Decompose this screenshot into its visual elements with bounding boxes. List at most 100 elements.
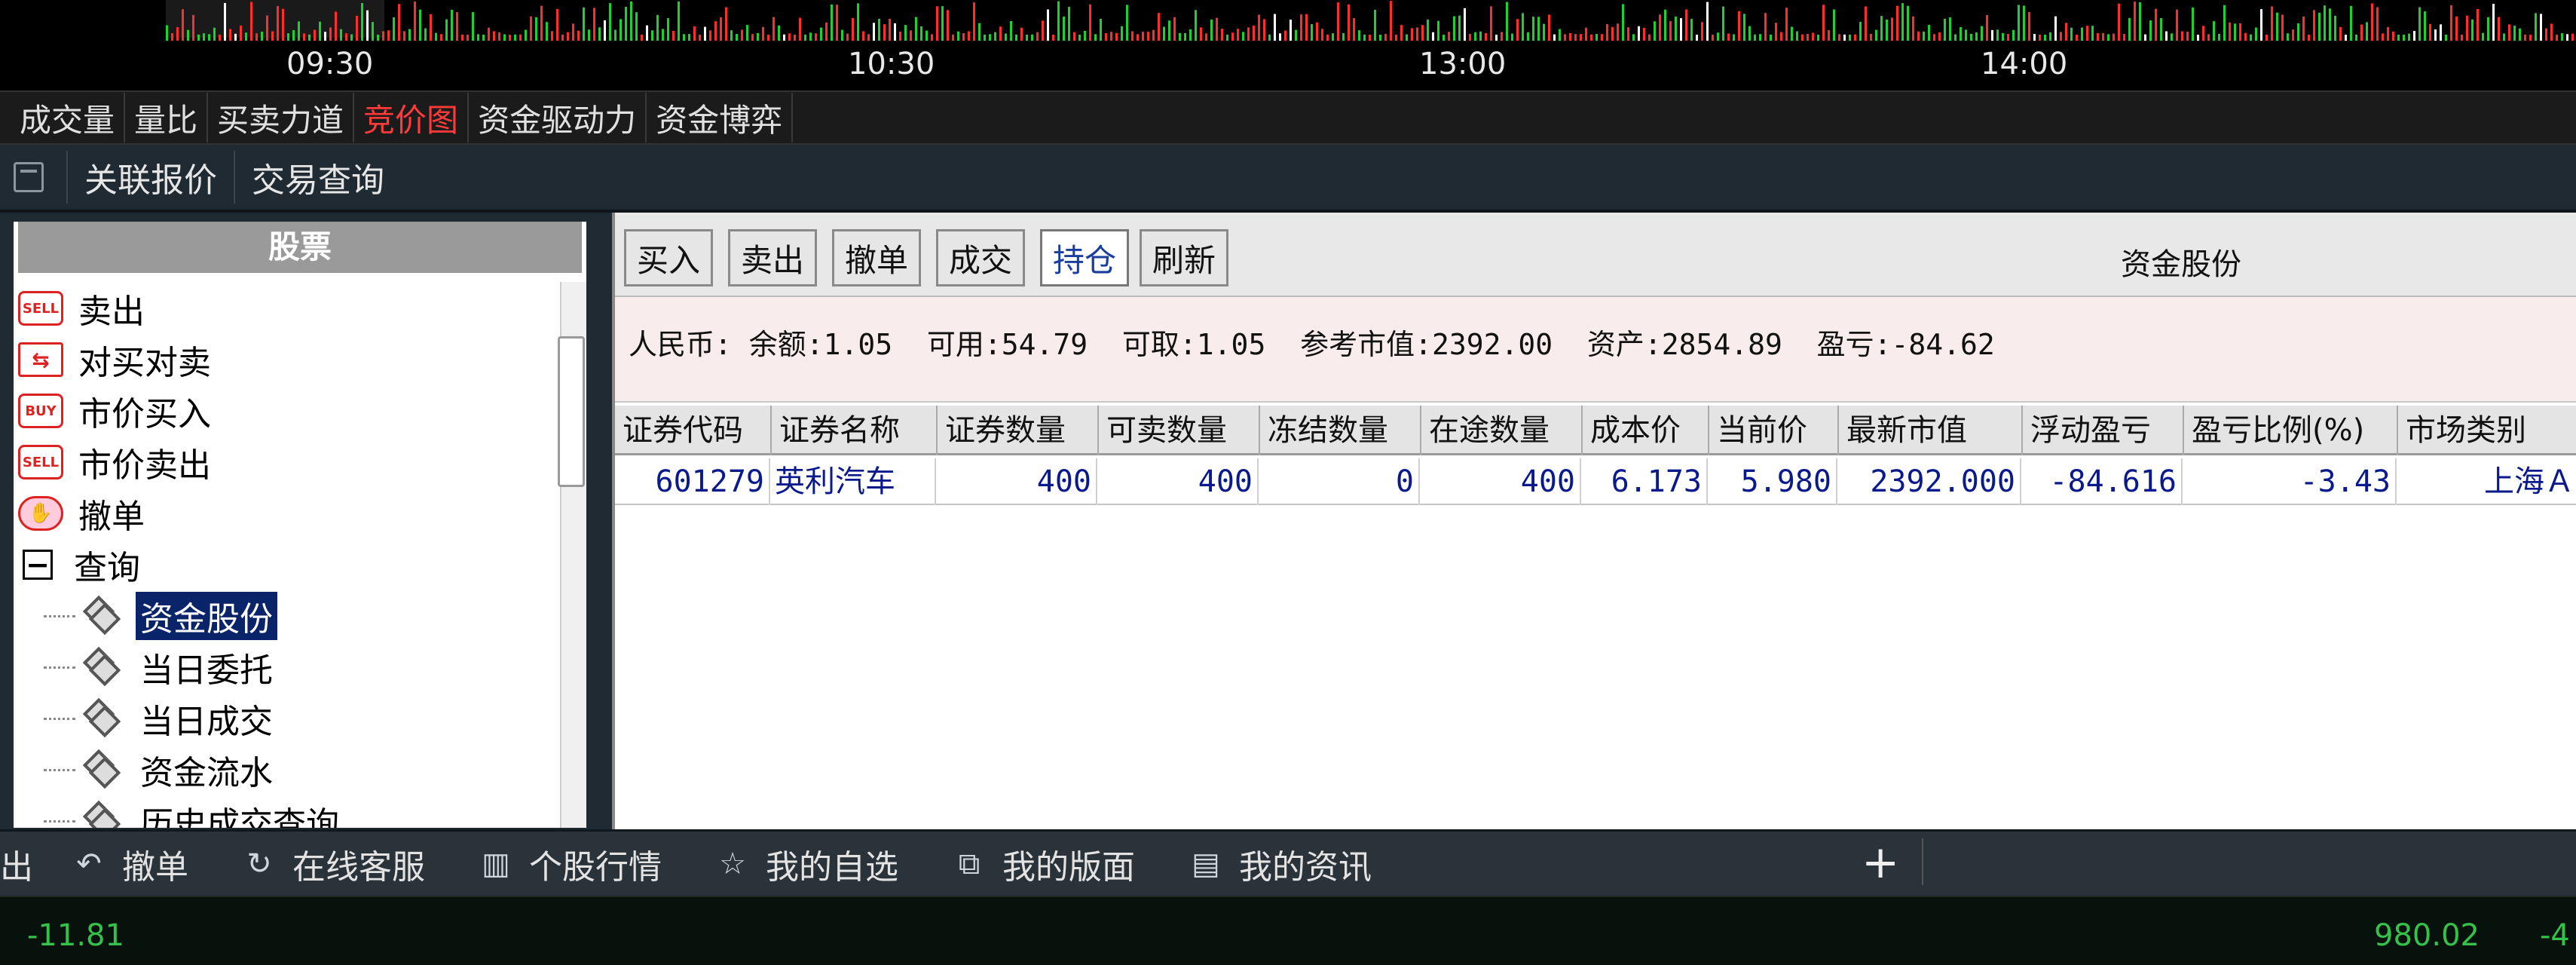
volume-bar [567, 32, 569, 41]
col-market-type[interactable]: 市场类别 [2397, 406, 2576, 455]
volume-bar [1923, 31, 1925, 41]
cancel-button[interactable]: 撤单 [832, 229, 921, 286]
tree-item-cross-trade[interactable]: ⇆ 对买对卖 [18, 336, 216, 383]
buy-button[interactable]: 买入 [624, 229, 713, 286]
volume-bar [783, 34, 785, 41]
add-button[interactable]: + [1862, 840, 1899, 885]
tree-item-fund-flow[interactable]: 资金流水 [44, 746, 277, 793]
my-news-button[interactable]: ▤ 我的资讯 [1188, 840, 1372, 888]
col-in-transit[interactable]: 在途数量 [1420, 406, 1581, 455]
sell-button[interactable]: 卖出 [728, 229, 817, 286]
tree-item-sell[interactable]: SELL 卖出 [18, 285, 149, 332]
tab-capital-game[interactable]: 资金博弈 [647, 93, 794, 142]
volume-bar [836, 5, 838, 41]
table-header: 证券代码 证券名称 证券数量 可卖数量 冻结数量 在途数量 成本价 当前价 最新… [615, 406, 2576, 455]
col-cost-price[interactable]: 成本价 [1581, 406, 1708, 455]
volume-bar [1142, 32, 1144, 41]
col-frozen[interactable]: 冻结数量 [1259, 406, 1420, 455]
col-name[interactable]: 证券名称 [770, 406, 936, 455]
volume-bar [2128, 17, 2131, 41]
tab-volume[interactable]: 成交量 [11, 93, 126, 142]
window-icon[interactable] [14, 162, 44, 192]
volume-bar [1522, 13, 1524, 41]
volume-bar [1179, 32, 1181, 41]
col-current-price[interactable]: 当前价 [1708, 406, 1837, 455]
volume-bar [583, 7, 585, 41]
volume-bar [324, 32, 326, 41]
volume-bar [999, 26, 1002, 41]
volume-bar [1643, 27, 1645, 41]
bottom-cancel-button[interactable]: ↶ 撤单 [71, 840, 188, 888]
tab-auction-chart[interactable]: 竞价图 [354, 93, 470, 142]
tree-item-query[interactable]: − 查询 [23, 541, 145, 588]
star-icon: ☆ [719, 846, 746, 881]
tab-buy-sell-power[interactable]: 买卖力道 [208, 93, 355, 142]
volume-bar [2440, 24, 2442, 41]
tree-item-today-deals[interactable]: 当日成交 [44, 695, 277, 742]
volume-bar [646, 25, 648, 41]
tree-item-market-buy[interactable]: BUY 市价买入 [18, 388, 216, 434]
volume-bar [1865, 6, 1867, 41]
tab-volume-ratio[interactable]: 量比 [125, 93, 209, 142]
table-row[interactable]: 601279 英利汽车 400 400 0 400 6.173 5.980 23… [615, 458, 2576, 505]
tree-item-funds-positions[interactable]: 资金股份 [44, 592, 277, 640]
volume-bar [1891, 17, 1893, 41]
tree-item-today-orders[interactable]: 当日委托 [44, 644, 277, 691]
related-quote-button[interactable]: 关联报价 [66, 151, 234, 204]
volume-bar [2202, 26, 2204, 41]
volume-bar [1400, 25, 1403, 41]
col-quantity[interactable]: 证券数量 [936, 406, 1097, 455]
volume-bar [2445, 34, 2447, 41]
volume-bar [757, 32, 759, 41]
volume-bar [1052, 34, 1054, 41]
online-service-button[interactable]: ↻ 在线客服 [241, 840, 425, 888]
deal-button[interactable]: 成交 [936, 229, 1025, 286]
volume-bar [2276, 12, 2278, 41]
watchlist-button[interactable]: ☆ 我的自选 [714, 840, 898, 888]
volume-bar [1938, 32, 1941, 41]
col-pl-ratio[interactable]: 盈亏比例(%) [2183, 406, 2397, 455]
col-market-value[interactable]: 最新市值 [1837, 406, 2021, 455]
tree-header[interactable]: 股票 [18, 222, 582, 273]
volume-bar [2197, 34, 2199, 41]
collapse-icon[interactable]: − [23, 550, 53, 580]
volume-bar [1722, 6, 1724, 41]
tree-item-market-sell[interactable]: SELL 市价卖出 [18, 439, 216, 486]
position-button[interactable]: 持仓 [1040, 229, 1129, 286]
stock-quote-button[interactable]: ▥ 个股行情 [478, 840, 662, 888]
volume-bar [282, 8, 284, 41]
col-float-pl[interactable]: 浮动盈亏 [2021, 406, 2183, 455]
tree-scroll-thumb[interactable] [558, 336, 585, 487]
tree-item-history-deals[interactable]: 历史成交查询 [44, 798, 344, 828]
volume-bar [1390, 1, 1392, 41]
volume-bar [1158, 13, 1160, 41]
tab-capital-drive[interactable]: 资金驱动力 [469, 93, 647, 142]
volume-bar [1701, 22, 1703, 41]
volume-bar [2418, 7, 2421, 41]
refresh-button[interactable]: 刷新 [1140, 229, 1228, 286]
volume-bar [846, 33, 849, 41]
volume-bar [2007, 34, 2009, 41]
volume-bar [2234, 23, 2236, 41]
volume-bar [1601, 34, 1603, 41]
cell-cost-price: 6.173 [1581, 458, 1708, 505]
chart-overlay-box [166, 0, 384, 38]
volume-bar [2566, 34, 2568, 41]
volume-bar [1717, 32, 1719, 41]
bottom-item-partial[interactable]: 出 [0, 840, 33, 888]
volume-bar [725, 7, 727, 41]
volume-bar [403, 31, 405, 41]
col-sellable[interactable]: 可卖数量 [1097, 406, 1259, 455]
volume-bar [350, 34, 353, 41]
trade-query-button[interactable]: 交易查询 [234, 151, 401, 204]
tree-item-cancel-order[interactable]: ✋ 撤单 [18, 490, 149, 537]
volume-bar [1005, 33, 1007, 41]
volume-bar [1221, 29, 1223, 41]
volume-bar [1084, 30, 1086, 41]
volume-bar [598, 27, 601, 41]
volume-bar [662, 29, 664, 41]
my-layout-button[interactable]: ⧉ 我的版面 [951, 840, 1135, 888]
col-code[interactable]: 证券代码 [615, 406, 770, 455]
volume-bar [2334, 15, 2336, 41]
volume-bar [356, 15, 358, 41]
